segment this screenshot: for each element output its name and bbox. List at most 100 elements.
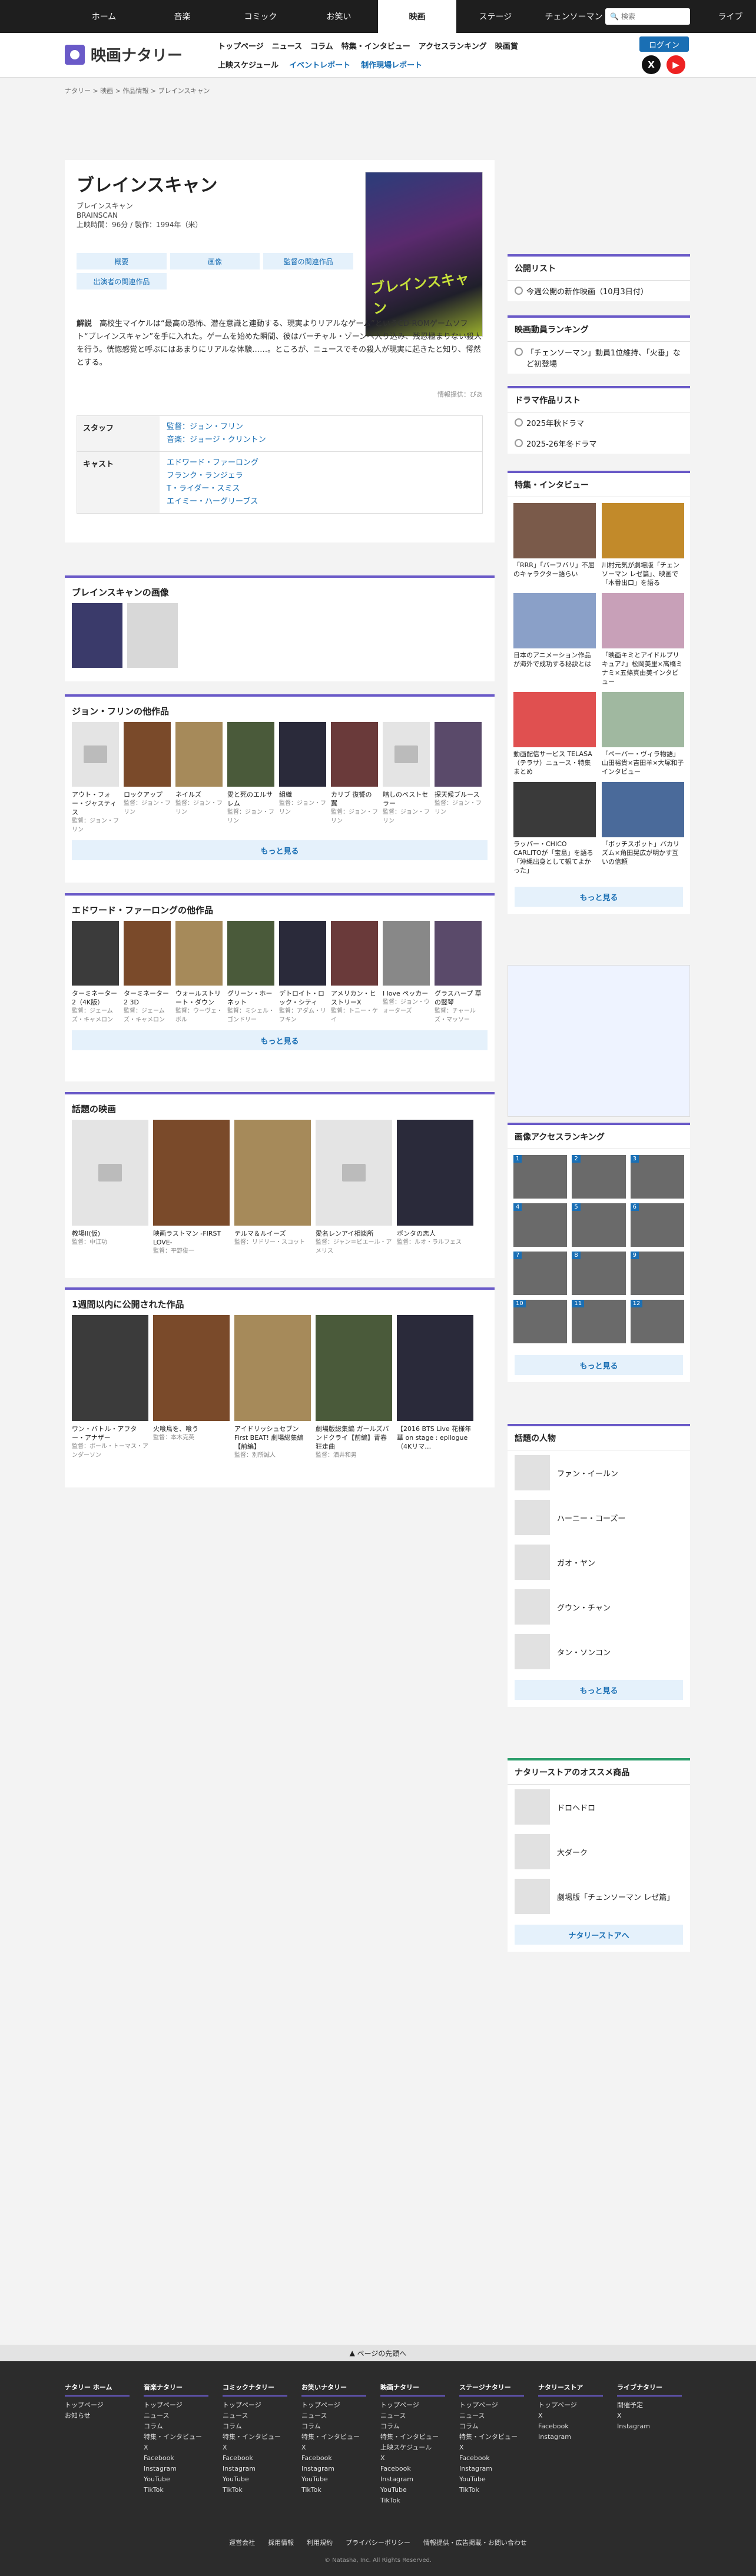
cast-link[interactable]: エドワード・ファーロング (167, 457, 258, 470)
tab-eiga[interactable]: 映画 (378, 0, 456, 33)
work-item[interactable]: アウト・フォー・ジャスティス 監督：ジョン・フリン (72, 722, 119, 834)
feature-image[interactable] (513, 593, 596, 648)
footer-link[interactable]: ニュース (380, 2411, 445, 2421)
footer-column-title[interactable]: ナタリーストア (538, 2382, 603, 2397)
image-rank-item[interactable]: 9 (630, 1252, 684, 1295)
footer-link[interactable]: 特集・インタビュー (459, 2432, 524, 2442)
work-thumb[interactable] (227, 722, 274, 787)
avatar[interactable] (515, 1455, 550, 1490)
overview-button[interactable]: 概要 (77, 253, 167, 269)
product-image[interactable] (515, 1879, 550, 1914)
footer-link[interactable]: 特集・インタビュー (144, 2432, 208, 2442)
public-list-title[interactable]: 公開リスト (508, 254, 690, 281)
person-name[interactable]: ファン・イールン (557, 1467, 618, 1479)
tab-stage[interactable]: ステージ (456, 0, 535, 33)
footer-link[interactable]: コラム (380, 2421, 445, 2432)
work-item[interactable]: ロックアップ 監督：ジョン・フリン (124, 722, 171, 834)
person-item[interactable]: ハーニー・コーズー (508, 1495, 690, 1540)
work-title[interactable]: ワン・バトル・アフター・アナザー (72, 1425, 148, 1442)
image-rank-item[interactable]: 7 (513, 1252, 568, 1295)
person-name[interactable]: ガオ・ヤン (557, 1557, 595, 1568)
product-name[interactable]: 劇場版「チェンソーマン レゼ篇」 (557, 1891, 674, 1902)
nav-award[interactable]: 映画賞 (495, 40, 518, 51)
work-title[interactable]: 劇場版総集編 ガールズバンドクライ【前編】青春狂走曲 (316, 1425, 392, 1451)
footer-link[interactable]: トップページ (459, 2400, 524, 2411)
image-rank-item[interactable]: 12 (630, 1300, 684, 1343)
footer-link[interactable]: Facebook (144, 2453, 208, 2464)
image-rank-item[interactable]: 8 (572, 1252, 626, 1295)
work-item[interactable]: 暗しのベストセラー 監督：ジョン・フリン (383, 722, 430, 834)
footer-link[interactable]: トップページ (380, 2400, 445, 2411)
feature-image[interactable] (513, 782, 596, 837)
director-link[interactable]: 監督：ジョン・フリン (167, 421, 266, 434)
footer-link[interactable]: 開催予定 (617, 2400, 682, 2411)
work-item[interactable]: ターミネーター2（4K版） 監督：ジェームズ・キャメロン (72, 921, 119, 1024)
store-item[interactable]: 劇場版「チェンソーマン レゼ篇」 (508, 1874, 690, 1919)
footer-link[interactable]: X (538, 2411, 603, 2421)
work-title[interactable]: アウト・フォー・ジャスティス (72, 790, 119, 817)
image-rank-item[interactable]: 11 (572, 1300, 626, 1343)
footer-link[interactable]: Facebook (301, 2453, 366, 2464)
images-button[interactable]: 画像 (170, 253, 260, 269)
work-title[interactable]: I love ペッカー (383, 989, 430, 998)
list-item[interactable]: 2025年秋ドラマ (508, 412, 690, 433)
footer-link[interactable]: コラム (459, 2421, 524, 2432)
work-item[interactable]: カリブ 復讐の翼 監督：ジョン・フリン (331, 722, 378, 834)
nav-top[interactable]: トップページ (218, 40, 264, 51)
cast-link[interactable]: フランク・ランジェラ (167, 470, 258, 482)
footer-link[interactable]: お知らせ (65, 2411, 130, 2421)
work-title[interactable]: 教場II(仮) (72, 1229, 148, 1238)
footer-link[interactable]: 特集・インタビュー (223, 2432, 287, 2442)
page-top-button[interactable]: ▲ ページの先頭へ (0, 2345, 756, 2361)
work-item[interactable]: 愛と死のエルサレム 監督：ジョン・フリン (227, 722, 274, 834)
footer-link[interactable]: 特集・インタビュー (380, 2432, 445, 2442)
footer-bottom-link[interactable]: 運営会社 (229, 2538, 255, 2547)
tab-chainsawman[interactable]: チェンソーマン (535, 0, 613, 33)
footer-link[interactable]: Facebook (459, 2453, 524, 2464)
week-releases-title[interactable]: 1週間以内に公開された作品 (65, 1290, 495, 1315)
footer-link[interactable]: YouTube (223, 2474, 287, 2485)
work-thumb[interactable] (234, 1315, 311, 1421)
youtube-icon[interactable]: ▶ (667, 55, 685, 74)
feature-item[interactable]: 「ボッチスポット」バカリズム×角田晃広が明かす互いの信頼 (602, 782, 684, 875)
work-item[interactable]: テルマ＆ルイーズ 監督：リドリー・スコット (234, 1120, 311, 1256)
cast-link[interactable]: T・ライダー・スミス (167, 482, 258, 495)
footer-link[interactable]: Instagram (459, 2464, 524, 2474)
feature-title[interactable]: 日本のアニメーション作品が海外で成功する秘訣とは (513, 651, 596, 668)
work-thumb[interactable] (383, 921, 430, 986)
feature-image[interactable] (602, 593, 684, 648)
feature-item[interactable]: 「RRR」「バーフバリ」不屈のキャラクター語らい (513, 503, 596, 587)
nav-ranking[interactable]: アクセスランキング (419, 40, 487, 51)
person-item[interactable]: ファン・イールン (508, 1450, 690, 1495)
work-thumb[interactable] (234, 1120, 311, 1226)
work-item[interactable]: アメリカン・ヒストリーX 監督：トニー・ケイ (331, 921, 378, 1024)
tab-owarai[interactable]: お笑い (300, 0, 378, 33)
work-item[interactable]: ウォールストリート・ダウン 監督：ウーヴェ・ボル (175, 921, 223, 1024)
footer-link[interactable]: Instagram (144, 2464, 208, 2474)
store-link-button[interactable]: ナタリーストアへ (515, 1925, 683, 1945)
work-title[interactable]: デトロイト・ロック・シティ (279, 989, 326, 1007)
work-thumb[interactable] (72, 1120, 148, 1226)
nav-event-report[interactable]: イベントレポート (289, 59, 350, 70)
work-title[interactable]: ウォールストリート・ダウン (175, 989, 223, 1007)
footer-link[interactable]: コラム (301, 2421, 366, 2432)
work-thumb[interactable] (435, 722, 482, 787)
feature-image[interactable] (602, 692, 684, 747)
work-item[interactable]: ターミネーター2 3D 監督：ジェームズ・キャメロン (124, 921, 171, 1024)
work-item[interactable]: 愛名レンアイ相談所 監督：ジャン＝ピエール・アメリス (316, 1120, 392, 1256)
work-thumb[interactable] (124, 722, 171, 787)
footer-bottom-link[interactable]: 情報提供・広告掲載・お問い合わせ (423, 2538, 527, 2547)
feature-item[interactable]: ラッパー・CHICO CARLITOが「宝島」を語る「沖縄出身として観てよかった… (513, 782, 596, 875)
work-title[interactable]: 火喰鳥を、喰う (153, 1425, 230, 1433)
x-icon[interactable]: X (642, 55, 661, 74)
list-item[interactable]: 今週公開の新作映画（10月3日付） (508, 281, 690, 301)
footer-link[interactable]: X (459, 2442, 524, 2453)
work-title[interactable]: ロックアップ (124, 790, 171, 799)
work-thumb[interactable] (383, 722, 430, 787)
avatar[interactable] (515, 1589, 550, 1625)
work-thumb[interactable] (72, 1315, 148, 1421)
footer-link[interactable]: X (617, 2411, 682, 2421)
work-thumb[interactable] (175, 722, 223, 787)
footer-link[interactable]: Instagram (301, 2464, 366, 2474)
work-title[interactable]: 探天候ブルース (435, 790, 482, 799)
